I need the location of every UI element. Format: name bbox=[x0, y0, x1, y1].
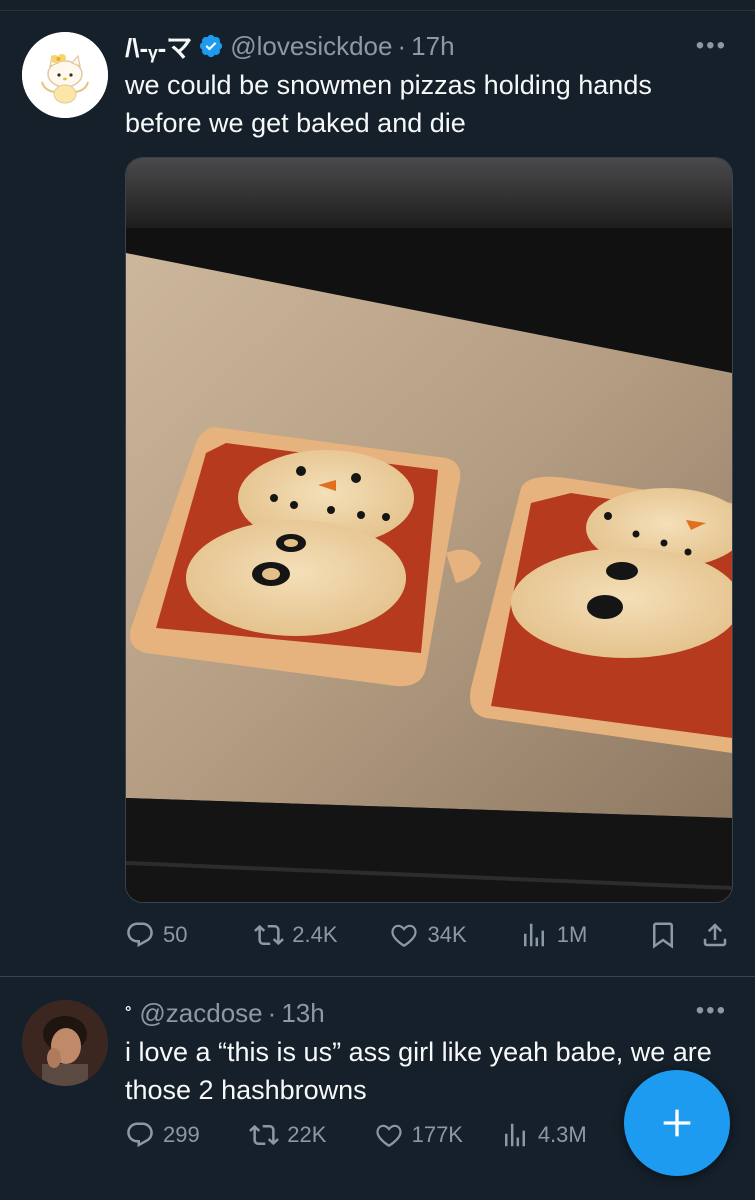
like-button[interactable]: 177K bbox=[374, 1120, 500, 1150]
heart-icon bbox=[391, 924, 418, 948]
handle[interactable]: @lovesickdoe bbox=[230, 31, 392, 62]
plus-icon bbox=[663, 1109, 691, 1137]
tweet-text: we could be snowmen pizzas holding hands… bbox=[125, 70, 652, 138]
views-count: 4.3M bbox=[537, 1122, 587, 1147]
bookmark-icon bbox=[653, 922, 674, 949]
more-icon[interactable]: ••• bbox=[696, 34, 727, 58]
views-button[interactable]: 1M bbox=[519, 920, 648, 950]
retweet-button[interactable]: 2.4K bbox=[254, 920, 389, 950]
reply-icon bbox=[127, 922, 153, 948]
tweet-actions: 299 22K 177K 4.3M bbox=[125, 1115, 605, 1155]
more-icon[interactable]: ••• bbox=[696, 999, 727, 1023]
share-button[interactable] bbox=[700, 920, 730, 950]
like-count: 34K bbox=[427, 922, 467, 947]
retweet-count: 22K bbox=[287, 1122, 327, 1147]
avatar[interactable] bbox=[22, 1000, 108, 1086]
hello-kitty-avatar-image bbox=[22, 32, 108, 118]
reply-count: 50 bbox=[163, 922, 188, 947]
heart-icon bbox=[376, 1124, 402, 1148]
reply-count: 299 bbox=[163, 1122, 200, 1147]
like-button[interactable]: 34K bbox=[389, 920, 518, 950]
profile-photo bbox=[22, 1000, 108, 1086]
reply-button[interactable]: 50 bbox=[125, 920, 254, 950]
tweet[interactable]: /\-ᵧ-マ @lovesickdoe · 17h ••• we could b… bbox=[0, 0, 755, 977]
tweet-actions: 50 2.4K 34K 1M bbox=[125, 915, 730, 955]
like-count: 177K bbox=[411, 1122, 463, 1147]
reply-button[interactable]: 299 bbox=[125, 1120, 249, 1150]
tweet-header: /\-ᵧ-マ @lovesickdoe · 17h bbox=[125, 28, 455, 64]
bookmark-button[interactable] bbox=[648, 920, 678, 950]
compose-button[interactable] bbox=[624, 1070, 730, 1176]
reply-icon bbox=[127, 1122, 153, 1148]
views-button[interactable]: 4.3M bbox=[500, 1120, 605, 1150]
retweet-count: 2.4K bbox=[292, 922, 338, 947]
retweet-button[interactable]: 22K bbox=[249, 1120, 373, 1150]
retweet-icon bbox=[254, 924, 285, 946]
retweet-icon bbox=[249, 1124, 280, 1146]
snowman-pizzas-photo bbox=[126, 158, 732, 902]
avatar[interactable] bbox=[22, 32, 108, 118]
verified-badge-icon bbox=[200, 34, 223, 58]
display-name[interactable]: ° bbox=[125, 1004, 131, 1022]
tweet-header: ° @zacdose · 13h bbox=[125, 995, 325, 1031]
views-icon bbox=[504, 1123, 525, 1147]
display-name[interactable]: /\-ᵧ-マ bbox=[125, 28, 192, 65]
separator: · bbox=[397, 30, 407, 61]
views-count: 1M bbox=[556, 922, 588, 947]
timestamp[interactable]: 13h bbox=[281, 998, 324, 1029]
timeline: /\-ᵧ-マ @lovesickdoe · 17h ••• we could b… bbox=[0, 0, 755, 1200]
share-icon bbox=[703, 923, 727, 947]
tweet-photo[interactable] bbox=[125, 157, 733, 903]
timestamp[interactable]: 17h bbox=[411, 31, 454, 62]
separator: · bbox=[267, 997, 277, 1028]
handle[interactable]: @zacdose bbox=[139, 998, 262, 1029]
views-icon bbox=[523, 923, 544, 947]
